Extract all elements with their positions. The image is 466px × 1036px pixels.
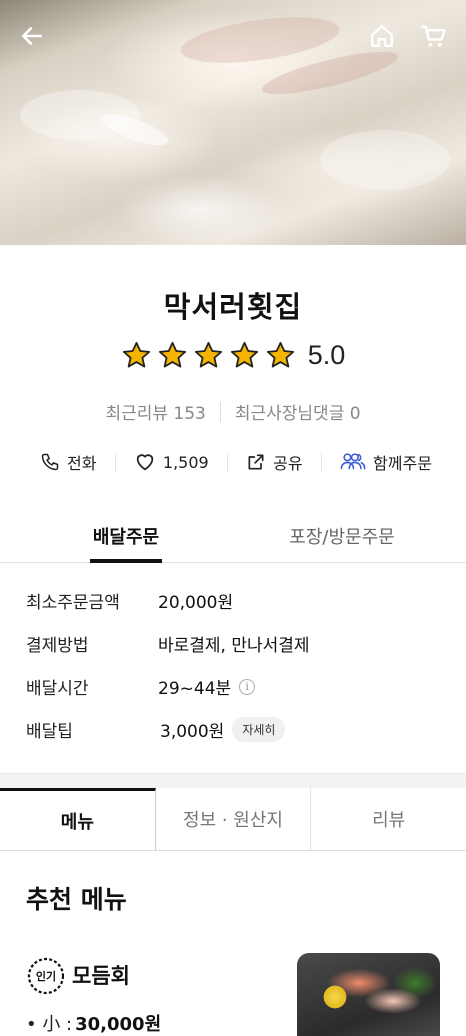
phone-icon — [41, 453, 59, 471]
info-row-payment: 결제방법 바로결제, 만나서결제 — [26, 631, 446, 674]
info-value: 29~44분 — [158, 679, 232, 699]
menu-item-price: • 小 : 30,000원 — [26, 1010, 161, 1036]
popular-badge: 인기 — [26, 956, 66, 996]
cart-icon — [421, 25, 446, 47]
info-value: 3,000원 — [160, 722, 225, 742]
popular-badge-label: 인기 — [35, 970, 57, 983]
divider — [219, 401, 221, 422]
section-divider — [0, 773, 466, 788]
cart-button[interactable] — [418, 20, 450, 52]
review-summary: 최근리뷰 153 최근사장님댓글 0 — [0, 399, 466, 424]
star-icon — [230, 341, 258, 368]
heart-icon — [136, 454, 154, 471]
divider — [226, 453, 228, 471]
like-button[interactable]: 1,509 — [134, 451, 209, 473]
recommended-menu-title: 추천 메뉴 — [26, 885, 127, 914]
order-type-tabs: 배달주문 포장/방문주문 — [0, 515, 466, 563]
rating-stars — [121, 340, 296, 371]
menu-size-label: • 小 : — [26, 1014, 73, 1035]
group-users-icon — [340, 453, 366, 470]
menu-price-amount: 30,000원 — [75, 1014, 162, 1035]
share-icon — [248, 454, 264, 470]
menu-item-name: 모듬회 — [72, 964, 130, 988]
menu-item-image — [297, 953, 440, 1036]
info-row-delivery-tip: 배달팁 3,000원 자세히 — [26, 717, 446, 760]
info-label: 배달팁 — [26, 722, 73, 742]
share-label: 공유 — [273, 454, 303, 473]
divider — [320, 453, 322, 471]
star-icon — [266, 341, 294, 368]
info-label: 최소주문금액 — [26, 593, 120, 613]
menu-item[interactable]: 인기 모듬회 • 小 : 30,000원 — [26, 952, 440, 1036]
divider — [114, 453, 116, 471]
owner-comments-link[interactable]: 최근사장님댓글 0 — [235, 399, 361, 424]
call-label: 전화 — [67, 454, 97, 473]
star-icon — [158, 341, 186, 368]
group-order-label: 함께주문 — [373, 454, 432, 473]
store-hero-image — [0, 0, 466, 245]
order-info-list: 최소주문금액 20,000원 결제방법 바로결제, 만나서결제 배달시간 29~… — [26, 588, 446, 760]
home-icon — [371, 25, 393, 47]
recent-reviews-link[interactable]: 최근리뷰 153 — [105, 399, 205, 424]
info-row-min-order: 최소주문금액 20,000원 — [26, 588, 446, 631]
tab-review[interactable]: 리뷰 — [310, 788, 466, 850]
info-label: 결제방법 — [26, 636, 89, 656]
delivery-tip-detail-button[interactable]: 자세히 — [232, 717, 286, 742]
tab-delivery[interactable]: 배달주문 — [90, 515, 162, 563]
rating-row: 5.0 — [0, 340, 466, 371]
share-button[interactable]: 공유 — [246, 450, 303, 474]
back-arrow-icon — [22, 27, 42, 45]
info-value: 바로결제, 만나서결제 — [158, 636, 310, 656]
tab-info[interactable]: 정보 · 원산지 — [156, 788, 311, 850]
store-name: 막서러횟집 — [163, 290, 303, 324]
tab-menu[interactable]: 메뉴 — [0, 788, 156, 850]
info-icon[interactable]: i — [239, 678, 256, 695]
home-button[interactable] — [366, 20, 398, 52]
info-value: 20,000원 — [158, 593, 234, 613]
back-button[interactable] — [16, 20, 48, 52]
star-icon — [122, 341, 150, 368]
star-icon — [194, 341, 222, 368]
like-count: 1,509 — [162, 452, 209, 472]
group-order-button[interactable]: 함께주문 — [340, 450, 432, 474]
tab-pickup[interactable]: 포장/방문주문 — [282, 515, 402, 562]
info-row-delivery-time: 배달시간 29~44분 i — [26, 674, 446, 717]
call-button[interactable]: 전화 — [40, 450, 96, 474]
info-label: 배달시간 — [26, 679, 89, 699]
store-actions: 전화 1,509 공유 함께주문 — [0, 447, 466, 477]
rating-value: 5.0 — [307, 340, 346, 370]
main-tabs: 메뉴 정보 · 원산지 리뷰 — [0, 788, 466, 851]
